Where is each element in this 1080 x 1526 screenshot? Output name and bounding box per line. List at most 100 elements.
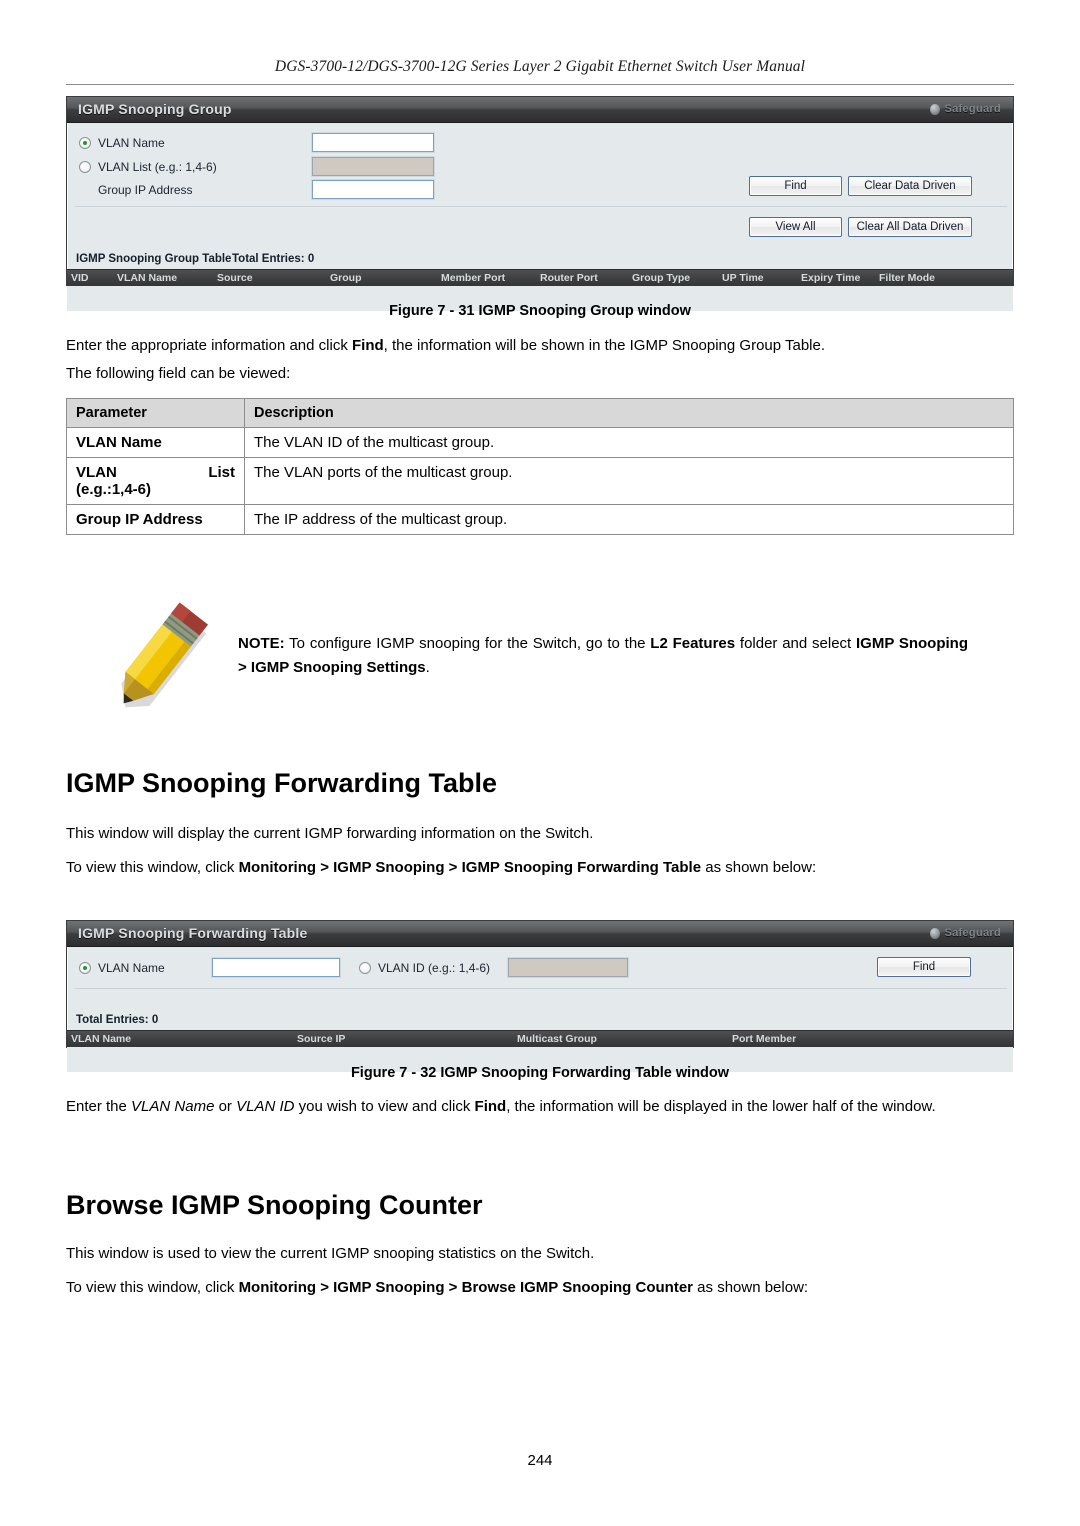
- note-bold-l2-features: L2 Features: [650, 635, 736, 652]
- view-all-button[interactable]: View All: [749, 217, 842, 237]
- radio-vlan-name-2[interactable]: [79, 962, 91, 974]
- counter-p2-a: To view this window, click: [66, 1279, 239, 1296]
- vlan-list-input[interactable]: [312, 157, 434, 176]
- pencil-icon-svg: [121, 602, 209, 708]
- forwarding-paragraph-2: To view this window, click Monitoring > …: [66, 857, 1014, 878]
- col-member-port: Member Port: [441, 272, 506, 284]
- table-row: VLAN List (e.g.:1,4-6) The VLAN ports of…: [66, 457, 1014, 505]
- intro-text-a: Enter the appropriate information and cl…: [66, 337, 352, 354]
- safeguard-orb-icon: [929, 103, 940, 115]
- label-vlan-list: VLAN List (e.g.: 1,4-6): [98, 160, 217, 174]
- label-vlan-id: VLAN ID (e.g.: 1,4-6): [378, 961, 491, 975]
- col-group-type: Group Type: [632, 272, 691, 284]
- param-name-vlan-name: VLAN Name: [66, 427, 245, 458]
- col2-vlan-name: VLAN Name: [71, 1033, 132, 1045]
- label-group-ip-address: Group IP Address: [98, 183, 193, 197]
- page-number: 244: [527, 1452, 553, 1469]
- note-text-c: .: [425, 659, 430, 676]
- group-ip-address-input[interactable]: [312, 180, 434, 199]
- forwarding-p2-c: as shown below:: [701, 859, 817, 876]
- table-row: Group IP Address The IP address of the m…: [66, 504, 1014, 535]
- document-header: DGS-3700-12/DGS-3700-12G Series Layer 2 …: [66, 58, 1014, 76]
- note-label: NOTE:: [238, 635, 285, 652]
- panel2-row-vlan-id[interactable]: VLAN ID (e.g.: 1,4-6): [359, 961, 490, 975]
- intro-text-c: , the information will be shown in the I…: [383, 337, 826, 354]
- param-name-vlan-list: VLAN List (e.g.:1,4-6): [66, 457, 245, 505]
- after-figure2-paragraph: Enter the VLAN Name or VLAN ID you wish …: [66, 1096, 1018, 1117]
- note-text-a: To configure IGMP snooping for the Switc…: [284, 635, 651, 652]
- label-vlan-name: VLAN Name: [98, 136, 165, 150]
- counter-p2-c: as shown below:: [693, 1279, 809, 1296]
- counter-paragraph-1: This window is used to view the current …: [66, 1245, 595, 1262]
- forwarding-p2-a: To view this window, click: [66, 859, 239, 876]
- find-button[interactable]: Find: [749, 176, 842, 196]
- af2-bold-find: Find: [474, 1098, 507, 1115]
- note-text-b: folder and select: [735, 635, 856, 652]
- header-divider: [66, 84, 1014, 85]
- safeguard-label-2: Safeguard: [944, 927, 1001, 939]
- note-block: NOTE: To configure IGMP snooping for the…: [238, 632, 968, 680]
- table-row: VLAN Name The VLAN ID of the multicast g…: [66, 427, 1014, 458]
- col-vlan-name: VLAN Name: [117, 272, 178, 284]
- forwarding-p2-path: Monitoring > IGMP Snooping > IGMP Snoopi…: [238, 859, 702, 876]
- manual-page: DGS-3700-12/DGS-3700-12G Series Layer 2 …: [0, 0, 1080, 1526]
- af2-italic-vlan-id: VLAN ID: [236, 1098, 295, 1115]
- counter-paragraph-2: To view this window, click Monitoring > …: [66, 1277, 1014, 1298]
- radio-vlan-name[interactable]: [79, 137, 91, 149]
- panel2-divider: [75, 988, 1007, 989]
- manual-title: DGS-3700-12/DGS-3700-12G Series Layer 2 …: [274, 58, 806, 75]
- radio-vlan-id[interactable]: [359, 962, 371, 974]
- col2-multicast-group: Multicast Group: [517, 1033, 597, 1045]
- param-header-parameter: Parameter: [66, 398, 245, 428]
- intro-paragraph-2: The following field can be viewed:: [66, 365, 291, 382]
- af2-c: you wish to view and click: [294, 1098, 475, 1115]
- col2-source-ip: Source IP: [297, 1033, 346, 1045]
- param-header-description: Description: [244, 398, 1014, 428]
- heading-igmp-snooping-forwarding-table: IGMP Snooping Forwarding Table: [66, 768, 497, 798]
- col-up-time: UP Time: [722, 272, 764, 284]
- param-desc-vlan-list: The VLAN ports of the multicast group.: [244, 457, 1014, 505]
- vlan-name-input-2[interactable]: [212, 958, 340, 977]
- intro-find-bold: Find: [352, 337, 384, 354]
- panel1-row-vlan-name[interactable]: VLAN Name: [79, 136, 165, 150]
- panel1-divider: [75, 206, 1007, 207]
- forwarding-paragraph-1: This window will display the current IGM…: [66, 825, 594, 842]
- label-vlan-name-2: VLAN Name: [98, 961, 165, 975]
- clear-all-data-driven-button[interactable]: Clear All Data Driven: [848, 217, 972, 237]
- panel1-row-vlan-list[interactable]: VLAN List (e.g.: 1,4-6): [79, 160, 217, 174]
- panel2-table-header: VLAN Name Source IP Multicast Group Port…: [67, 1030, 1013, 1047]
- param-name-group-ip-address: Group IP Address: [66, 504, 245, 535]
- find-button-2[interactable]: Find: [877, 957, 971, 977]
- col-vid: VID: [71, 272, 89, 284]
- igmp-snooping-forwarding-table-panel: IGMP Snooping Forwarding Table Safeguard…: [66, 920, 1014, 1072]
- af2-italic-vlan-name: VLAN Name: [131, 1098, 215, 1115]
- vlan-name-input[interactable]: [312, 133, 434, 152]
- param-desc-vlan-name: The VLAN ID of the multicast group.: [244, 427, 1014, 458]
- panel1-total-entries: Total Entries: 0: [232, 253, 315, 265]
- param-name-vlan-list-word2: List: [208, 464, 235, 481]
- panel2-title: IGMP Snooping Forwarding Table: [78, 925, 308, 941]
- safeguard-label: Safeguard: [944, 103, 1001, 115]
- radio-vlan-list[interactable]: [79, 161, 91, 173]
- panel1-titlebar: IGMP Snooping Group Safeguard: [67, 97, 1013, 123]
- panel1-table-header: VID VLAN Name Source Group Member Port R…: [67, 269, 1013, 286]
- panel2-titlebar: IGMP Snooping Forwarding Table Safeguard: [67, 921, 1013, 947]
- col2-port-member: Port Member: [732, 1033, 797, 1045]
- col-router-port: Router Port: [540, 272, 598, 284]
- col-source: Source: [217, 272, 253, 284]
- param-name-vlan-list-line2: (e.g.:1,4-6): [76, 481, 152, 498]
- figure-7-31-caption: Figure 7 - 31 IGMP Snooping Group window: [389, 303, 691, 319]
- heading-browse-igmp-snooping-counter: Browse IGMP Snooping Counter: [66, 1190, 483, 1220]
- panel2-row-vlan-name[interactable]: VLAN Name: [79, 961, 165, 975]
- counter-p2-path: Monitoring > IGMP Snooping > Browse IGMP…: [238, 1279, 694, 1296]
- vlan-id-input[interactable]: [508, 958, 628, 977]
- figure-7-32-caption: Figure 7 - 32 IGMP Snooping Forwarding T…: [350, 1065, 730, 1081]
- clear-data-driven-button[interactable]: Clear Data Driven: [848, 176, 972, 196]
- col-expiry-time: Expiry Time: [801, 272, 861, 284]
- col-group: Group: [330, 272, 362, 284]
- param-name-vlan-list-line1: VLAN List: [76, 464, 235, 481]
- intro-paragraph-1: Enter the appropriate information and cl…: [66, 335, 1014, 356]
- igmp-snooping-group-panel: IGMP Snooping Group Safeguard VLAN Name …: [66, 96, 1014, 311]
- af2-d: , the information will be displayed in t…: [506, 1098, 936, 1115]
- col-filter-mode: Filter Mode: [879, 272, 936, 284]
